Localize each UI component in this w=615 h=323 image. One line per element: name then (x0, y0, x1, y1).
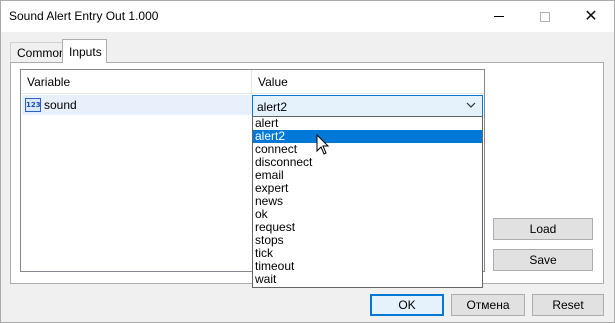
table-row[interactable]: 123 sound (22, 95, 252, 115)
value-combobox[interactable]: alert2 (252, 95, 483, 117)
maximize-icon (540, 11, 550, 22)
dropdown-option[interactable]: news (253, 195, 482, 208)
dropdown-option[interactable]: disconnect (253, 156, 482, 169)
column-header-variable[interactable]: Variable (21, 70, 252, 94)
dropdown-option[interactable]: request (253, 221, 482, 234)
dropdown-option[interactable]: expert (253, 182, 482, 195)
minimize-button[interactable] (476, 1, 522, 32)
save-button[interactable]: Save (493, 249, 593, 271)
dropdown-option[interactable]: stops (253, 234, 482, 247)
dropdown-option[interactable]: alert (253, 117, 482, 130)
dropdown-option[interactable]: wait (253, 273, 482, 286)
tab-common-label: Common (17, 45, 66, 60)
minimize-icon (494, 16, 504, 17)
reset-button[interactable]: Reset (532, 294, 604, 316)
column-header-value[interactable]: Value (252, 70, 484, 94)
tab-inputs[interactable]: Inputs (62, 39, 107, 63)
cancel-button[interactable]: Отмена (451, 294, 525, 316)
dropdown-option[interactable]: timeout (253, 260, 482, 273)
grid-header: Variable Value (21, 70, 484, 94)
ok-button[interactable]: OK (370, 294, 444, 316)
maximize-button[interactable] (522, 1, 568, 32)
mouse-cursor-icon (316, 134, 330, 155)
param-name: sound (44, 98, 77, 112)
tab-inputs-label: Inputs (69, 44, 102, 59)
chevron-down-icon (466, 102, 476, 108)
param-number-icon: 123 (25, 98, 41, 112)
value-dropdown-list: alert alert2 connect disconnect email expert n… (252, 116, 483, 288)
tab-common[interactable]: Common (10, 42, 66, 62)
combobox-value: alert2 (257, 100, 288, 114)
close-icon: ✕ (584, 7, 598, 25)
window-title: Sound Alert Entry Out 1.000 (9, 9, 159, 23)
title-bar: Sound Alert Entry Out 1.000 ✕ (1, 1, 614, 32)
close-button[interactable]: ✕ (568, 1, 614, 32)
dialog-window: Sound Alert Entry Out 1.000 ✕ Common Inp… (0, 0, 615, 323)
load-button[interactable]: Load (493, 218, 593, 240)
